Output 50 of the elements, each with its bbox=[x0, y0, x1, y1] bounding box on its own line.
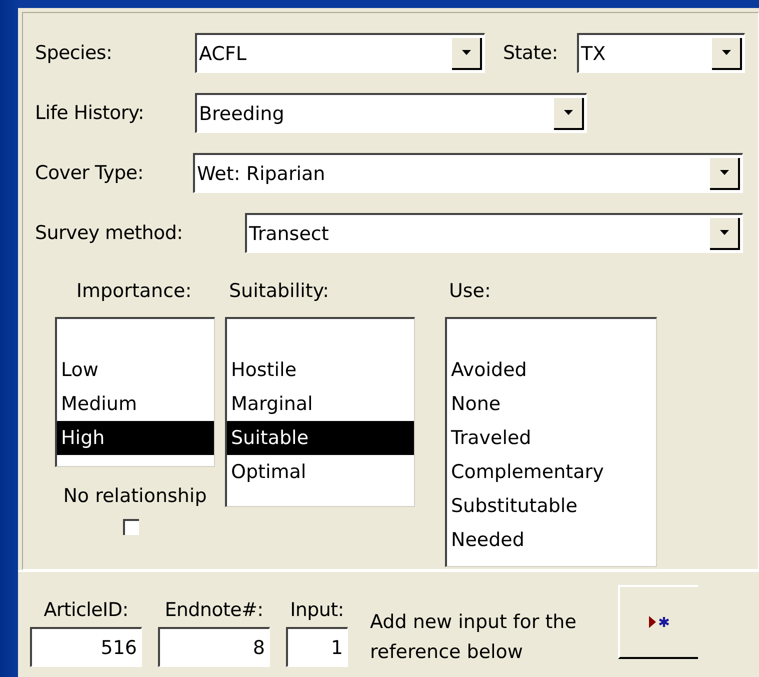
checkbox[interactable] bbox=[123, 519, 139, 535]
list-box[interactable]: Avoided None Traveled Complementary Substitutable Needed bbox=[445, 317, 657, 567]
list-item[interactable]: Marginal bbox=[227, 387, 414, 421]
list-item[interactable]: Medium bbox=[57, 387, 214, 421]
list-item[interactable]: Substitutable bbox=[447, 489, 656, 523]
list-box[interactable]: Hostile Marginal Suitable Optimal bbox=[225, 317, 415, 507]
hint-text: Add new input for the reference below bbox=[370, 610, 578, 665]
caret-icon bbox=[720, 230, 728, 235]
dropdown[interactable]: TX bbox=[577, 33, 745, 73]
list-item[interactable]: Optimal bbox=[227, 455, 414, 489]
input-field[interactable]: 8 bbox=[158, 627, 270, 667]
list-box[interactable]: Low Medium High bbox=[55, 317, 215, 467]
input-field[interactable]: 516 bbox=[30, 627, 142, 667]
field-label: Survey method: bbox=[35, 222, 184, 244]
new-record-button[interactable] bbox=[618, 585, 698, 659]
field-label: Input: bbox=[290, 599, 344, 621]
dropdown[interactable]: ACFL bbox=[195, 33, 485, 73]
list-item[interactable]: None bbox=[447, 387, 656, 421]
checkbox-label: No relationship bbox=[63, 485, 207, 507]
field-label: Endnote#: bbox=[164, 599, 264, 621]
field-label: Species: bbox=[35, 42, 114, 64]
list-item[interactable]: Traveled bbox=[447, 421, 656, 455]
list-item[interactable]: High bbox=[57, 421, 214, 455]
list-label: Use: bbox=[448, 279, 492, 304]
caret-icon bbox=[462, 50, 470, 55]
list-item[interactable]: Low bbox=[57, 353, 214, 387]
list-item[interactable]: Suitable bbox=[227, 421, 414, 455]
list-item[interactable]: Complementary bbox=[447, 455, 656, 489]
input-field[interactable]: 1 bbox=[286, 627, 348, 667]
caret-icon bbox=[564, 110, 572, 115]
dropdown-button[interactable] bbox=[712, 38, 742, 70]
caret-icon bbox=[720, 170, 728, 175]
dropdown[interactable]: Breeding bbox=[195, 93, 587, 133]
field-label: State: bbox=[503, 42, 559, 64]
dropdown-button[interactable] bbox=[554, 98, 584, 130]
list-item[interactable]: Needed bbox=[447, 523, 656, 557]
dropdown[interactable]: Wet: Riparian bbox=[193, 153, 743, 193]
field-label: Cover Type: bbox=[35, 162, 144, 184]
dropdown-button[interactable] bbox=[452, 38, 482, 70]
list-item[interactable]: Avoided bbox=[447, 353, 656, 387]
dropdown-button[interactable] bbox=[710, 218, 740, 250]
field-label: ArticleID: bbox=[44, 599, 128, 621]
dropdown-button[interactable] bbox=[710, 158, 740, 190]
list-label: Suitability: bbox=[228, 279, 330, 304]
dropdown[interactable]: Transect bbox=[245, 213, 743, 253]
field-label: Life History: bbox=[35, 102, 145, 124]
list-label: Importance: bbox=[75, 279, 192, 304]
list-item[interactable]: Hostile bbox=[227, 353, 414, 387]
triangle-asterisk-icon bbox=[648, 615, 670, 629]
caret-icon bbox=[722, 50, 730, 55]
